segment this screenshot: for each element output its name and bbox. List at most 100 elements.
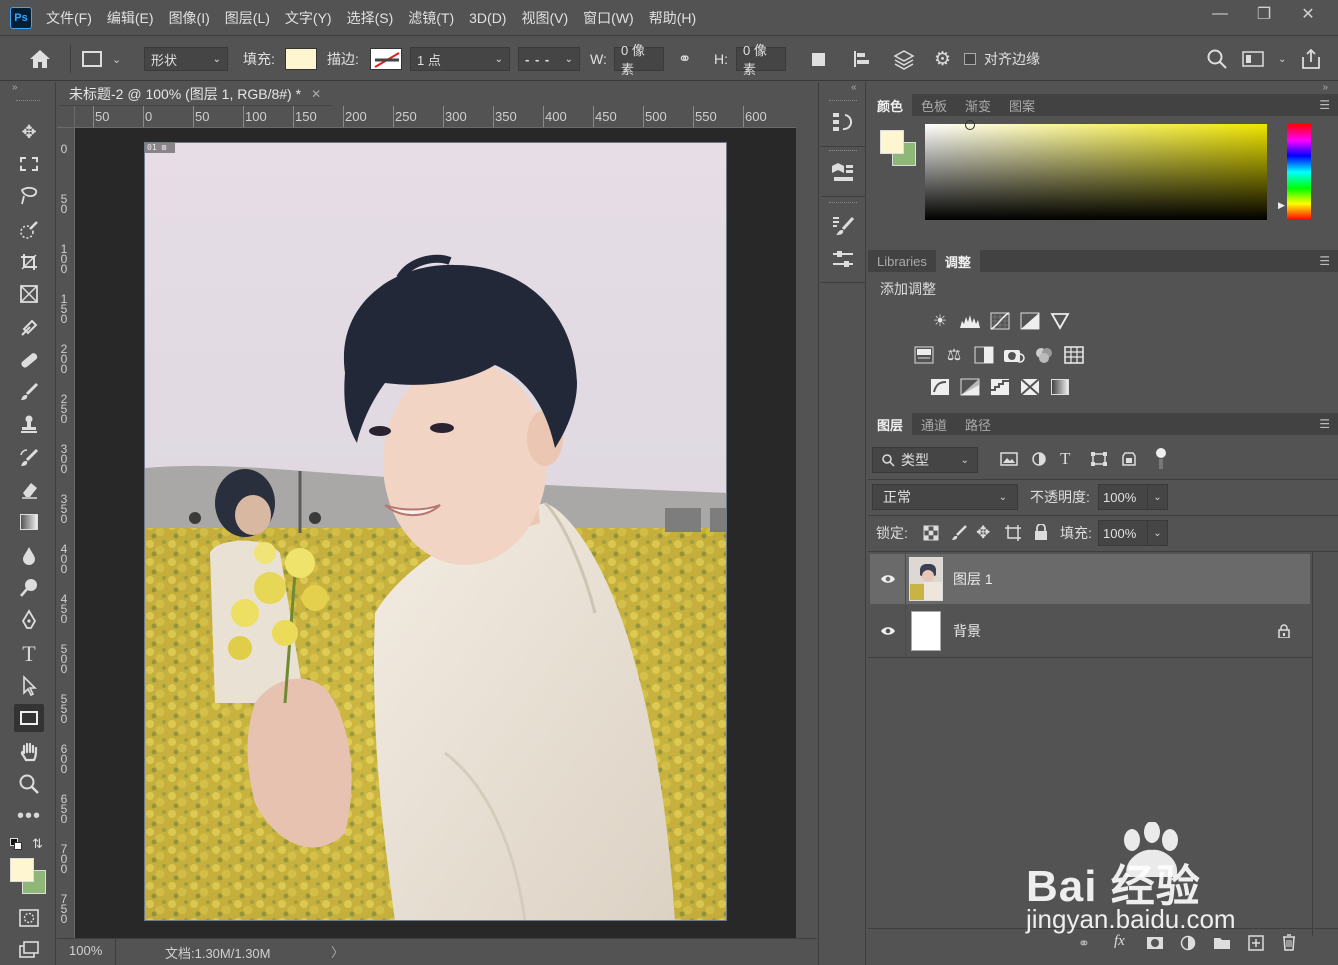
zoom-level[interactable]: 100%: [69, 943, 102, 958]
type-tool-icon[interactable]: T: [14, 640, 44, 668]
menu-layer[interactable]: 图层(L): [225, 8, 270, 28]
quick-mask-icon[interactable]: [14, 904, 44, 932]
tab-color[interactable]: 颜色: [868, 94, 913, 116]
eyedropper-tool-icon[interactable]: [14, 314, 44, 342]
history-brush-tool-icon[interactable]: [14, 444, 44, 472]
menu-image[interactable]: 图像(I): [169, 8, 210, 28]
shape-mode-select[interactable]: 形状 ⌄: [144, 47, 228, 71]
eraser-tool-icon[interactable]: [14, 476, 44, 504]
expand-icon[interactable]: »: [1322, 82, 1328, 93]
tool-preset-picker[interactable]: ⌄: [82, 37, 121, 81]
filter-adjustment-icon[interactable]: [1030, 451, 1048, 470]
menu-window[interactable]: 窗口(W): [583, 8, 634, 28]
fx-icon[interactable]: fx: [1114, 933, 1125, 950]
maximize-icon[interactable]: ❐: [1242, 0, 1286, 28]
document-tab[interactable]: 未标题-2 @ 100% (图层 1, RGB/8#) * ✕: [59, 82, 332, 106]
menu-edit[interactable]: 编辑(E): [107, 8, 154, 28]
tab-patterns[interactable]: 图案: [1000, 94, 1044, 116]
hand-tool-icon[interactable]: [14, 738, 44, 766]
stroke-swatch[interactable]: [370, 48, 402, 70]
filter-shape-icon[interactable]: [1090, 451, 1108, 470]
chevron-right-icon[interactable]: 〉: [331, 942, 344, 961]
expand-icon[interactable]: »: [12, 82, 18, 93]
minimize-icon[interactable]: —: [1198, 0, 1242, 28]
tab-channels[interactable]: 通道: [912, 413, 956, 435]
tab-gradients[interactable]: 渐变: [956, 94, 1000, 116]
stroke-type-select[interactable]: - - - ⌄: [518, 47, 580, 71]
dodge-tool-icon[interactable]: [14, 574, 44, 602]
photo-filter-icon[interactable]: [1002, 344, 1026, 366]
close-icon[interactable]: ✕: [1286, 0, 1330, 28]
close-tab-icon[interactable]: ✕: [311, 87, 321, 101]
fill-input[interactable]: 100% ⌄: [1098, 520, 1168, 546]
path-selection-tool-icon[interactable]: [14, 672, 44, 700]
screen-mode-icon[interactable]: [14, 936, 44, 964]
chevron-down-icon[interactable]: ⌄: [1147, 521, 1167, 545]
eye-icon[interactable]: [870, 554, 906, 604]
default-colors-icon[interactable]: [10, 838, 22, 850]
photo-canvas[interactable]: 01 ⊠: [144, 142, 727, 921]
clone-stamp-tool-icon[interactable]: [14, 410, 44, 438]
blend-mode-select[interactable]: 正常 ⌄: [872, 484, 1018, 510]
menu-filter[interactable]: 滤镜(T): [408, 8, 454, 28]
filter-type-icon[interactable]: T: [1060, 449, 1070, 469]
new-layer-icon[interactable]: [1248, 935, 1264, 954]
folder-icon[interactable]: [1213, 935, 1231, 954]
opacity-input[interactable]: 100% ⌄: [1098, 484, 1168, 510]
trash-icon[interactable]: [1282, 934, 1296, 954]
brush-settings-icon[interactable]: [831, 214, 855, 241]
gear-icon[interactable]: ⚙: [934, 37, 951, 81]
invert-icon[interactable]: [928, 376, 952, 398]
menu-view[interactable]: 视图(V): [521, 8, 568, 28]
path-operations-icon[interactable]: [812, 37, 825, 81]
lasso-tool-icon[interactable]: [14, 182, 44, 210]
color-picker-cursor[interactable]: [965, 120, 975, 130]
brush-tool-icon[interactable]: [14, 378, 44, 406]
properties-panel-icon[interactable]: [831, 248, 855, 275]
gradient-tool-icon[interactable]: [14, 508, 44, 536]
width-input[interactable]: 0 像素: [614, 43, 664, 77]
menu-help[interactable]: 帮助(H): [649, 8, 696, 28]
stroke-width-input[interactable]: 1 点 ⌄: [410, 47, 510, 71]
healing-brush-tool-icon[interactable]: [14, 346, 44, 374]
panel-menu-icon[interactable]: ☰: [1319, 254, 1330, 268]
filter-smart-object-icon[interactable]: [1120, 451, 1138, 470]
tab-paths[interactable]: 路径: [956, 413, 1000, 435]
color-panel-foreground-swatch[interactable]: [880, 130, 904, 154]
gradient-map-icon[interactable]: [1048, 376, 1072, 398]
blur-tool-icon[interactable]: [14, 542, 44, 570]
path-alignment-icon[interactable]: [852, 37, 872, 81]
levels-icon[interactable]: [958, 310, 982, 332]
canvas-area[interactable]: 01 ⊠: [75, 128, 796, 938]
history-panel-icon[interactable]: [831, 110, 855, 137]
layer-row-layer1[interactable]: 图层 1: [870, 554, 1310, 604]
filter-pixel-icon[interactable]: [1000, 451, 1018, 470]
3d-panel-icon[interactable]: [831, 160, 855, 187]
hue-slider[interactable]: [1287, 124, 1311, 220]
zoom-tool-icon[interactable]: [14, 770, 44, 798]
home-icon[interactable]: [28, 37, 52, 81]
path-arrangement-icon[interactable]: [892, 37, 916, 81]
foreground-color-swatch[interactable]: [10, 858, 34, 882]
color-balance-icon[interactable]: ⚖: [942, 344, 966, 366]
move-tool-icon[interactable]: ✥: [14, 118, 44, 146]
panel-menu-icon[interactable]: ☰: [1319, 98, 1330, 112]
threshold-icon[interactable]: [988, 376, 1012, 398]
panel-menu-icon[interactable]: ☰: [1319, 417, 1330, 431]
search-icon[interactable]: [1206, 37, 1228, 81]
channel-mixer-icon[interactable]: [1032, 344, 1056, 366]
selective-color-icon[interactable]: [1018, 376, 1042, 398]
swap-colors-icon[interactable]: ⇅: [32, 836, 43, 852]
collapse-icon[interactable]: «: [851, 82, 857, 93]
crop-tool-icon[interactable]: [14, 248, 44, 276]
menu-3d[interactable]: 3D(D): [469, 10, 506, 26]
quick-selection-tool-icon[interactable]: [14, 216, 44, 244]
lock-all-icon[interactable]: [1034, 523, 1048, 543]
layer-filter-select[interactable]: 类型 ⌄: [872, 447, 978, 473]
pen-tool-icon[interactable]: [14, 606, 44, 634]
menu-select[interactable]: 选择(S): [347, 8, 394, 28]
eye-icon[interactable]: [870, 606, 906, 656]
lock-transparent-pixels-icon[interactable]: [923, 525, 939, 544]
tab-layers[interactable]: 图层: [868, 413, 913, 435]
align-edges-checkbox[interactable]: [964, 53, 976, 65]
